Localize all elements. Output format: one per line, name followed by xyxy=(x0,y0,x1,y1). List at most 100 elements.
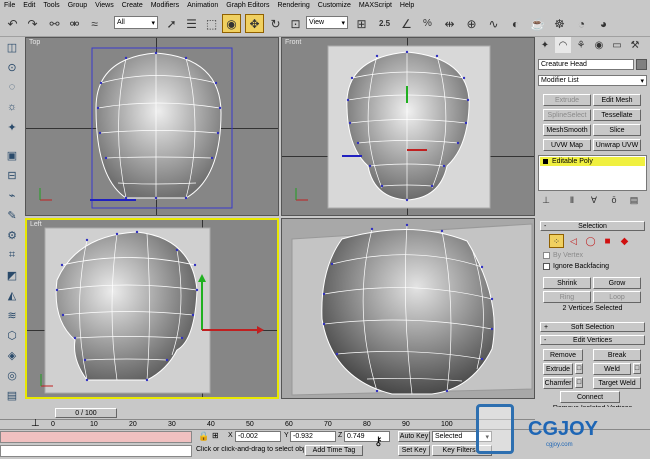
tool-15-icon[interactable]: ⬡ xyxy=(3,327,21,343)
edit-mesh-button[interactable]: Edit Mesh xyxy=(593,94,641,106)
ignore-backfacing-checkbox[interactable]: Ignore Backfacing xyxy=(543,263,609,270)
absolute-mode-icon[interactable]: ⊞ xyxy=(212,431,219,440)
slice-button[interactable]: Slice xyxy=(593,124,641,136)
modify-tab-icon[interactable]: ◠ xyxy=(555,37,571,53)
grow-button[interactable]: Grow xyxy=(593,277,641,289)
tool-16-icon[interactable]: ◈ xyxy=(3,347,21,363)
edge-subobject-icon[interactable]: ◁ xyxy=(566,234,581,248)
tool-18-icon[interactable]: ▤ xyxy=(3,387,21,403)
tool-13-icon[interactable]: ◭ xyxy=(3,287,21,303)
render-scene-icon[interactable]: ☕ xyxy=(528,14,547,33)
object-color-swatch[interactable] xyxy=(636,59,647,70)
auto-key-button[interactable]: Auto Key xyxy=(398,431,430,442)
align-icon[interactable]: ⊕ xyxy=(462,14,481,33)
menu-maxscript[interactable]: MAXScript xyxy=(359,2,392,9)
weld-settings-button[interactable]: □ xyxy=(633,363,641,374)
reference-coordinate-dropdown[interactable]: View ▾ xyxy=(306,16,348,29)
motion-tab-icon[interactable]: ◉ xyxy=(591,37,607,53)
quick-render-icon[interactable]: ☸ xyxy=(550,14,569,33)
select-and-move-icon[interactable]: ✥ xyxy=(245,14,264,33)
angle-snap-icon[interactable]: ∠ xyxy=(397,14,416,33)
extrude-button[interactable]: Extrude xyxy=(543,363,573,375)
pin-stack-icon[interactable]: ⊥ xyxy=(539,193,553,207)
target-weld-button[interactable]: Target Weld xyxy=(593,377,641,389)
unwrap-uvw-button[interactable]: Unwrap UVW xyxy=(593,139,641,151)
ring-button[interactable]: Ring xyxy=(543,291,591,303)
connect-button[interactable]: Connect xyxy=(560,391,620,403)
vertex-subobject-icon[interactable]: ⁘ xyxy=(549,234,564,248)
soft-selection-rollout-header[interactable]: + Soft Selection xyxy=(540,322,645,332)
snap-toggle-icon[interactable]: 2.5 xyxy=(375,14,394,33)
element-subobject-icon[interactable]: ◆ xyxy=(617,234,632,248)
meshsmooth-button[interactable]: MeshSmooth xyxy=(543,124,591,136)
shrink-button[interactable]: Shrink xyxy=(543,277,591,289)
edit-vertices-rollout-header[interactable]: - Edit Vertices xyxy=(540,335,645,345)
remove-isolated-vertices-text[interactable]: Remove Isolated Vertices xyxy=(535,405,650,407)
by-vertex-checkbox[interactable]: By Vertex xyxy=(543,252,583,259)
menu-group[interactable]: Group xyxy=(68,2,87,9)
chamfer-button[interactable]: Chamfer xyxy=(543,377,573,389)
selection-filter-dropdown[interactable]: All ▾ xyxy=(114,16,158,29)
z-coordinate-field[interactable]: 0.749 xyxy=(344,431,390,442)
rectangular-selection-icon[interactable]: ⬚ xyxy=(202,14,221,33)
menu-file[interactable]: File xyxy=(4,2,15,9)
menu-edit[interactable]: Edit xyxy=(23,2,35,9)
extrude-settings-button[interactable]: □ xyxy=(575,363,583,374)
viewport-front[interactable]: Front xyxy=(281,37,535,216)
modifier-list-dropdown[interactable]: Modifier List ▾ xyxy=(538,75,647,86)
selection-rollout-header[interactable]: - Selection xyxy=(540,221,645,231)
show-end-result-icon[interactable]: Ⅱ xyxy=(565,193,579,207)
hierarchy-tab-icon[interactable]: ⚘ xyxy=(573,37,589,53)
lock-selection-icon[interactable]: 🔒 xyxy=(198,431,209,442)
tool-12-icon[interactable]: ◩ xyxy=(3,267,21,283)
select-by-name-icon[interactable]: ☰ xyxy=(182,14,201,33)
viewport-left[interactable]: Left xyxy=(25,218,279,399)
menu-help[interactable]: Help xyxy=(400,2,414,9)
tool-4-icon[interactable]: ☼ xyxy=(3,99,21,115)
make-unique-icon[interactable]: ∀ xyxy=(587,193,601,207)
menu-animation[interactable]: Animation xyxy=(187,2,218,9)
tool-9-icon[interactable]: ✎ xyxy=(3,207,21,223)
maxscript-listener[interactable] xyxy=(0,431,192,443)
pivot-center-icon[interactable]: ⊞ xyxy=(352,14,371,33)
bind-spacewarp-icon[interactable]: ≈ xyxy=(85,14,104,33)
menu-customize[interactable]: Customize xyxy=(318,2,351,9)
tessellate-button[interactable]: Tessellate xyxy=(593,109,641,121)
viewport-perspective[interactable] xyxy=(281,218,535,399)
loop-button[interactable]: Loop xyxy=(593,291,641,303)
break-button[interactable]: Break xyxy=(593,349,641,361)
stack-item-editable-poly[interactable]: Editable Poly xyxy=(540,157,645,166)
menu-views[interactable]: Views xyxy=(95,2,114,9)
redo-icon[interactable]: ↷ xyxy=(23,14,42,33)
menu-create[interactable]: Create xyxy=(122,2,143,9)
border-subobject-icon[interactable]: ◯ xyxy=(583,234,598,248)
percent-snap-icon[interactable]: % xyxy=(418,14,437,33)
select-and-scale-icon[interactable]: ⊡ xyxy=(286,14,305,33)
add-time-tag-button[interactable]: Add Time Tag xyxy=(305,445,363,456)
time-slider-thumb[interactable]: 0 / 100 xyxy=(55,408,117,418)
uvw-map-button[interactable]: UVW Map xyxy=(543,139,591,151)
utilities-tab-icon[interactable]: ⚒ xyxy=(627,37,643,53)
remove-button[interactable]: Remove xyxy=(543,349,583,361)
unlink-icon[interactable]: ⚮ xyxy=(65,14,84,33)
track-bar-icon[interactable]: ⊥ xyxy=(31,418,40,429)
chamfer-settings-button[interactable]: □ xyxy=(575,377,583,388)
viewport-top[interactable]: Top xyxy=(25,37,279,216)
track-bar[interactable]: ⊥ 0 10 20 30 40 50 60 70 80 90 100 xyxy=(0,418,535,429)
x-coordinate-field[interactable]: -0.002 xyxy=(235,431,281,442)
menu-tools[interactable]: Tools xyxy=(43,2,59,9)
tool-6-icon[interactable]: ▣ xyxy=(3,147,21,163)
create-tab-icon[interactable]: ✦ xyxy=(537,37,553,53)
render-last-icon[interactable]: ◔ xyxy=(572,14,591,33)
tool-10-icon[interactable]: ⚙ xyxy=(3,227,21,243)
tool-17-icon[interactable]: ◎ xyxy=(3,367,21,383)
menu-graph-editors[interactable]: Graph Editors xyxy=(226,2,269,9)
object-name-field[interactable]: Creature Head xyxy=(538,59,634,70)
spline-select-button[interactable]: SplineSelect xyxy=(543,109,591,121)
tool-11-icon[interactable]: ⌗ xyxy=(3,247,21,263)
tool-14-icon[interactable]: ≋ xyxy=(3,307,21,323)
link-icon[interactable]: ⚯ xyxy=(45,14,64,33)
key-icon[interactable]: ⚷ xyxy=(374,434,383,448)
tool-5-icon[interactable]: ✦ xyxy=(3,119,21,135)
material-editor-icon[interactable]: ◐ xyxy=(506,14,525,33)
